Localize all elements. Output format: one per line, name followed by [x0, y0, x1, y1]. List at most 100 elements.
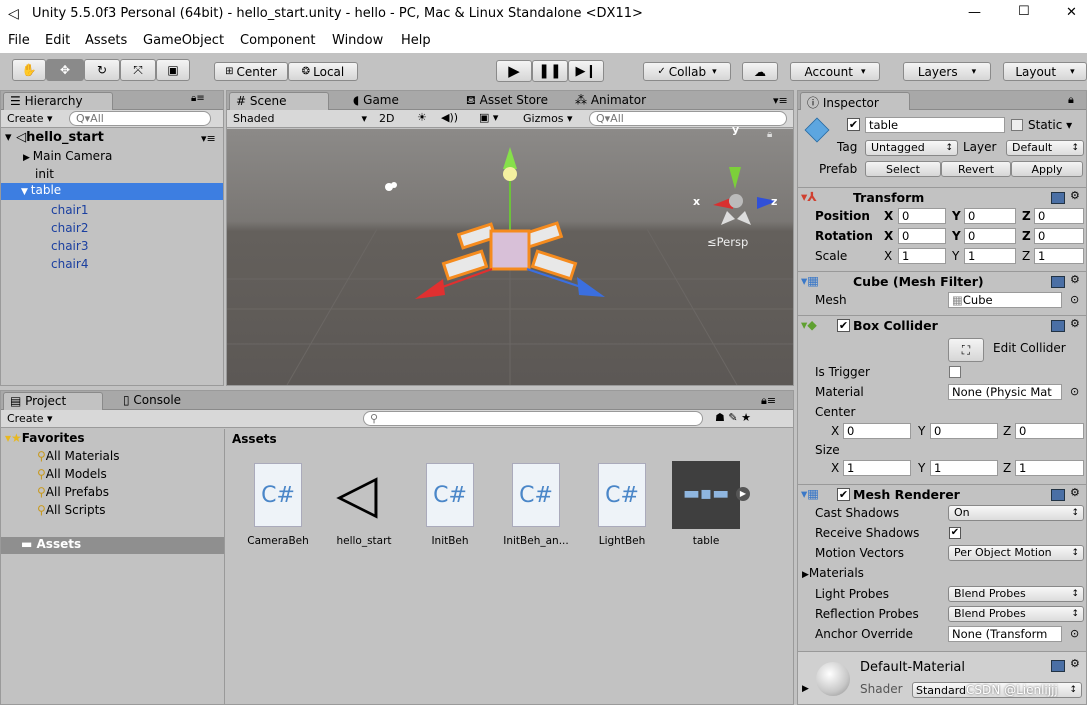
- asset-table[interactable]: ▬▪▬ ▶ table: [670, 461, 750, 561]
- mesh-filter-header[interactable]: ▾▦ Cube (Mesh Filter) ⚙: [798, 271, 1086, 291]
- tab-project[interactable]: ▤ Project: [3, 392, 103, 410]
- position-x[interactable]: 0: [898, 208, 946, 224]
- asset-hello-start[interactable]: ◁ hello_start: [326, 461, 402, 561]
- scene-search[interactable]: Q▾All: [589, 111, 787, 126]
- static-checkbox[interactable]: [1011, 119, 1023, 131]
- hand-tool-button[interactable]: ✋: [12, 59, 46, 81]
- hierarchy-item-init[interactable]: init: [35, 167, 54, 181]
- mesh-renderer-checkbox[interactable]: ✔: [837, 488, 850, 501]
- favorites-header[interactable]: ▾★Favorites: [5, 431, 85, 445]
- prefab-revert-button[interactable]: Revert: [941, 161, 1011, 177]
- hierarchy-item-chair1[interactable]: chair1: [51, 203, 88, 217]
- help-icon[interactable]: [1051, 489, 1065, 501]
- account-button[interactable]: Account ▾: [790, 62, 880, 81]
- box-collider-header[interactable]: ▾◆ ✔ Box Collider ⚙: [798, 315, 1086, 335]
- center-z[interactable]: 0: [1015, 423, 1084, 439]
- layers-button[interactable]: Layers ▾: [903, 62, 991, 81]
- rotation-y[interactable]: 0: [964, 228, 1016, 244]
- effects-toggle-icon[interactable]: ▣ ▾: [479, 111, 498, 124]
- fav-all-models[interactable]: ⚲All Models: [37, 467, 107, 481]
- tab-animator[interactable]: ⁂ Animator: [569, 92, 652, 110]
- mesh-field[interactable]: ▦Cube: [948, 292, 1062, 308]
- menu-help[interactable]: Help: [401, 33, 431, 48]
- active-checkbox[interactable]: ✔: [847, 118, 860, 131]
- gear-icon[interactable]: ⚙: [1070, 317, 1080, 330]
- tab-console[interactable]: ▯ Console: [117, 392, 187, 410]
- rotation-z[interactable]: 0: [1034, 228, 1084, 244]
- assets-folder-item[interactable]: ▬ Assets: [1, 537, 224, 554]
- create-dropdown[interactable]: Create ▾: [7, 112, 53, 125]
- object-picker-icon[interactable]: ⊙: [1070, 385, 1079, 398]
- asset-initbeh-an[interactable]: C# InitBeh_an...: [498, 461, 574, 561]
- hierarchy-item-main-camera[interactable]: ▶ Main Camera: [23, 149, 112, 163]
- persp-label[interactable]: ≤Persp: [707, 235, 748, 249]
- materials-foldout[interactable]: ▶Materials: [802, 566, 864, 580]
- filter-icons[interactable]: ☗ ✎ ★: [715, 411, 751, 424]
- anchor-override-field[interactable]: None (Transform: [948, 626, 1062, 642]
- help-icon[interactable]: [1051, 320, 1065, 332]
- center-x[interactable]: 0: [843, 423, 911, 439]
- hierarchy-search[interactable]: Q▾All: [69, 111, 211, 126]
- tab-scene[interactable]: # Scene: [229, 92, 329, 110]
- gizmos-dropdown[interactable]: Gizmos ▾: [523, 112, 573, 125]
- light-probes-dropdown[interactable]: Blend Probes: [948, 586, 1084, 602]
- tab-hierarchy[interactable]: ☰ Hierarchy: [3, 92, 113, 110]
- menu-gameobject[interactable]: GameObject: [143, 33, 224, 48]
- layer-dropdown[interactable]: Default: [1006, 140, 1084, 156]
- panel-menu-icon[interactable]: 🔒︎≡: [761, 394, 776, 408]
- menu-assets[interactable]: Assets: [85, 33, 127, 48]
- scale-z[interactable]: 1: [1034, 248, 1084, 264]
- layout-button[interactable]: Layout ▾: [1003, 62, 1087, 81]
- help-icon[interactable]: [1051, 192, 1065, 204]
- close-button[interactable]: ✕: [1066, 5, 1077, 20]
- menu-window[interactable]: Window: [332, 33, 383, 48]
- asset-initbeh[interactable]: C# InitBeh: [412, 461, 488, 561]
- rotate-tool-button[interactable]: ↻: [84, 59, 120, 81]
- menu-edit[interactable]: Edit: [45, 33, 70, 48]
- gear-icon[interactable]: ⚙: [1070, 657, 1080, 670]
- prefab-apply-button[interactable]: Apply: [1011, 161, 1083, 177]
- rotation-x[interactable]: 0: [898, 228, 946, 244]
- size-z[interactable]: 1: [1015, 460, 1084, 476]
- position-z[interactable]: 0: [1034, 208, 1084, 224]
- static-label[interactable]: Static ▾: [1028, 118, 1072, 132]
- fav-all-materials[interactable]: ⚲All Materials: [37, 449, 120, 463]
- shading-dropdown[interactable]: Shaded ▾: [233, 112, 371, 125]
- position-y[interactable]: 0: [964, 208, 1016, 224]
- project-search[interactable]: ⚲: [363, 411, 703, 426]
- 2d-toggle[interactable]: 2D: [379, 112, 394, 125]
- play-button[interactable]: ▶: [496, 60, 532, 82]
- pivot-local-button[interactable]: ❂ Local: [288, 62, 358, 81]
- box-collider-checkbox[interactable]: ✔: [837, 319, 850, 332]
- scene-root[interactable]: ▾ ◁hello_start: [5, 130, 104, 145]
- transform-header[interactable]: ▾⅄ Transform ⚙: [798, 187, 1086, 207]
- mesh-renderer-header[interactable]: ▾▦ ✔ Mesh Renderer ⚙: [798, 484, 1086, 504]
- hierarchy-item-chair3[interactable]: chair3: [51, 239, 88, 253]
- move-tool-button[interactable]: ✥: [46, 59, 84, 81]
- scale-tool-button[interactable]: ⤧: [120, 59, 156, 81]
- lock-icon[interactable]: 🔒︎≡: [191, 93, 205, 104]
- help-icon[interactable]: [1051, 276, 1065, 288]
- center-y[interactable]: 0: [930, 423, 998, 439]
- lighting-toggle-icon[interactable]: ☀: [417, 111, 427, 124]
- hierarchy-item-chair2[interactable]: chair2: [51, 221, 88, 235]
- hierarchy-item-chair4[interactable]: chair4: [51, 257, 88, 271]
- collider-material-field[interactable]: None (Physic Mat: [948, 384, 1062, 400]
- lock-icon[interactable]: 🔒︎: [1068, 93, 1074, 107]
- minimize-button[interactable]: —: [968, 5, 981, 20]
- cloud-button[interactable]: ☁: [742, 62, 778, 81]
- help-icon[interactable]: [1051, 660, 1065, 672]
- object-picker-icon[interactable]: ⊙: [1070, 293, 1079, 306]
- scene-viewport[interactable]: y x z 🔒︎ ≤Persp: [227, 123, 793, 385]
- cast-shadows-dropdown[interactable]: On: [948, 505, 1084, 521]
- tab-asset-store[interactable]: ⛾ Asset Store: [460, 92, 554, 110]
- motion-vectors-dropdown[interactable]: Per Object Motion: [948, 545, 1084, 561]
- collab-button[interactable]: ✓ Collab ▾: [643, 62, 731, 81]
- object-name-field[interactable]: table: [865, 117, 1005, 133]
- size-y[interactable]: 1: [930, 460, 998, 476]
- step-button[interactable]: ▶❙: [568, 60, 604, 82]
- asset-camerabeh[interactable]: C# CameraBeh: [240, 461, 316, 561]
- hierarchy-item-table[interactable]: ▼ table: [1, 183, 223, 200]
- edit-collider-button[interactable]: ⛶: [948, 338, 984, 362]
- rect-tool-button[interactable]: ▣: [156, 59, 190, 81]
